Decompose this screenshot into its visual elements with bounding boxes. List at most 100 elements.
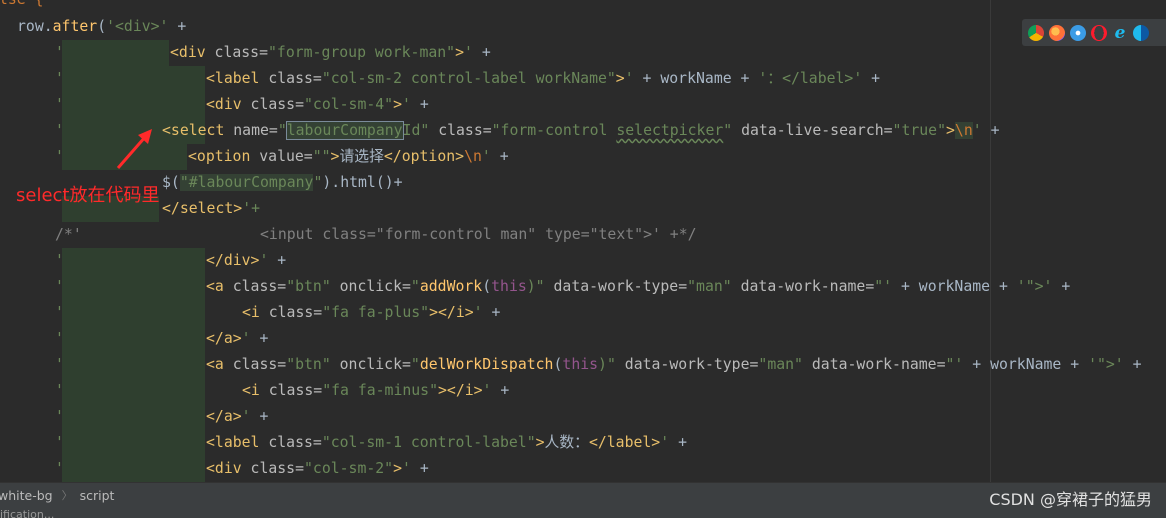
code-line: <a class="btn" onclick="addWork(this)" d… (206, 274, 1070, 300)
code-token: <a (206, 356, 224, 373)
code-token: ( (97, 18, 107, 35)
code-token: </label> (588, 434, 661, 451)
code-token: ' (55, 356, 64, 373)
code-token: </select> (162, 200, 243, 217)
code-token: ' (241, 408, 251, 425)
code-line: </a>' + (206, 326, 268, 352)
code-token: '">' (1088, 356, 1124, 373)
code-token: ' (481, 148, 491, 165)
code-token: ' (55, 70, 64, 87)
code-token: ' (402, 96, 411, 113)
code-token: + (491, 382, 510, 399)
code-token: <option (188, 148, 251, 165)
ie-icon[interactable]: e (1112, 24, 1128, 41)
code-token: "' (874, 278, 893, 295)
code-token: ' (55, 304, 64, 321)
code-token: + (410, 96, 429, 113)
code-token: + (250, 330, 269, 347)
safari-icon[interactable] (1070, 24, 1086, 41)
code-token: "col-sm-2" (304, 460, 394, 477)
code-line: <a class="btn" onclick="delWorkDispatch(… (206, 352, 1142, 378)
code-token: "fa fa-plus" (322, 304, 430, 321)
code-token: + (268, 252, 287, 269)
code-token: "man" (758, 356, 803, 373)
code-token: ' (55, 148, 64, 165)
code-token: "" (312, 148, 331, 165)
code-token: > (615, 70, 625, 87)
code-token: <input class="form-control man" type="te… (260, 226, 697, 243)
code-token: + (410, 460, 429, 477)
chrome-icon[interactable] (1028, 24, 1044, 41)
code-token: addWork (419, 278, 483, 295)
code-line: <input class="form-control man" type="te… (260, 222, 697, 248)
code-token: "man" (687, 278, 732, 295)
code-token: row. (17, 18, 53, 35)
code-token: name= (224, 122, 278, 139)
code-token: data-work-name= (731, 278, 875, 295)
code-token: ' (473, 304, 483, 321)
opera-icon[interactable] (1091, 24, 1107, 41)
edge-icon[interactable] (1133, 24, 1149, 41)
selected-token[interactable]: labourCompany (285, 121, 404, 140)
breadcrumb-item[interactable]: white-bg (0, 488, 53, 503)
code-token: ' (55, 278, 64, 295)
code-token: class= (241, 96, 304, 113)
code-editor[interactable]: else { row.after('<div>' + ' <div class=… (0, 0, 1166, 482)
code-token: + workName + (892, 278, 1017, 295)
firefox-icon[interactable] (1049, 24, 1065, 41)
code-token: '+ (242, 200, 261, 217)
code-token: > (535, 434, 545, 451)
code-token: ' (55, 460, 64, 477)
code-token: \n (464, 148, 482, 165)
code-token: 人数： (544, 434, 589, 451)
right-margin-guide (990, 0, 991, 482)
code-token: onclick= (330, 356, 411, 373)
code-token: ' (660, 434, 670, 451)
code-token: ></i> (438, 382, 483, 399)
code-line: ' (55, 300, 64, 326)
code-token: this (491, 278, 527, 295)
code-token: )" (526, 278, 545, 295)
code-line: ' (55, 92, 64, 118)
code-token: "btn" (286, 278, 331, 295)
code-token: + (482, 304, 501, 321)
code-token: ).html()+ (322, 174, 403, 191)
code-token: class= (241, 460, 304, 477)
code-line: /*' (55, 222, 82, 248)
code-token: /*' (55, 226, 82, 243)
code-token: <a (206, 278, 224, 295)
code-token: class= (259, 382, 323, 399)
code-line: ' (55, 66, 64, 92)
code-token: + (981, 122, 1000, 139)
code-token: delWorkDispatch (419, 356, 554, 373)
code-line: ' (55, 144, 64, 170)
string-highlight (62, 248, 205, 482)
code-line: <div class="col-sm-2">' + (206, 456, 429, 482)
code-token: )" (598, 356, 616, 373)
code-token: $( (162, 174, 180, 191)
code-token: + (490, 148, 509, 165)
code-line: ' (55, 456, 64, 482)
code-token: class= (223, 278, 287, 295)
breadcrumb-item[interactable]: script (80, 488, 115, 503)
code-token: + (250, 408, 269, 425)
code-line: <i class="fa fa-minus"></i>' + (242, 378, 509, 404)
code-line: <option value="">请选择</option>\n' + (188, 144, 509, 170)
watermark: CSDN @穿裙子的猛男 (989, 490, 1152, 509)
code-token: + (472, 44, 491, 61)
code-token: "col-sm-4" (304, 96, 394, 113)
code-line: row.after('<div>' + (17, 14, 186, 40)
code-line: ' (55, 352, 64, 378)
code-token: </div> (206, 252, 260, 269)
code-token: ' (55, 122, 64, 139)
code-token: ></i> (429, 304, 474, 321)
code-token: ( (482, 278, 492, 295)
code-token: class= (205, 44, 268, 61)
code-token: after (52, 18, 98, 35)
code-token: > (393, 96, 403, 113)
chevron-right-icon: 〉 (61, 489, 73, 502)
code-token: this (562, 356, 599, 373)
code-token: class= (259, 434, 322, 451)
code-token: + (1052, 278, 1071, 295)
code-token: class= (259, 304, 323, 321)
